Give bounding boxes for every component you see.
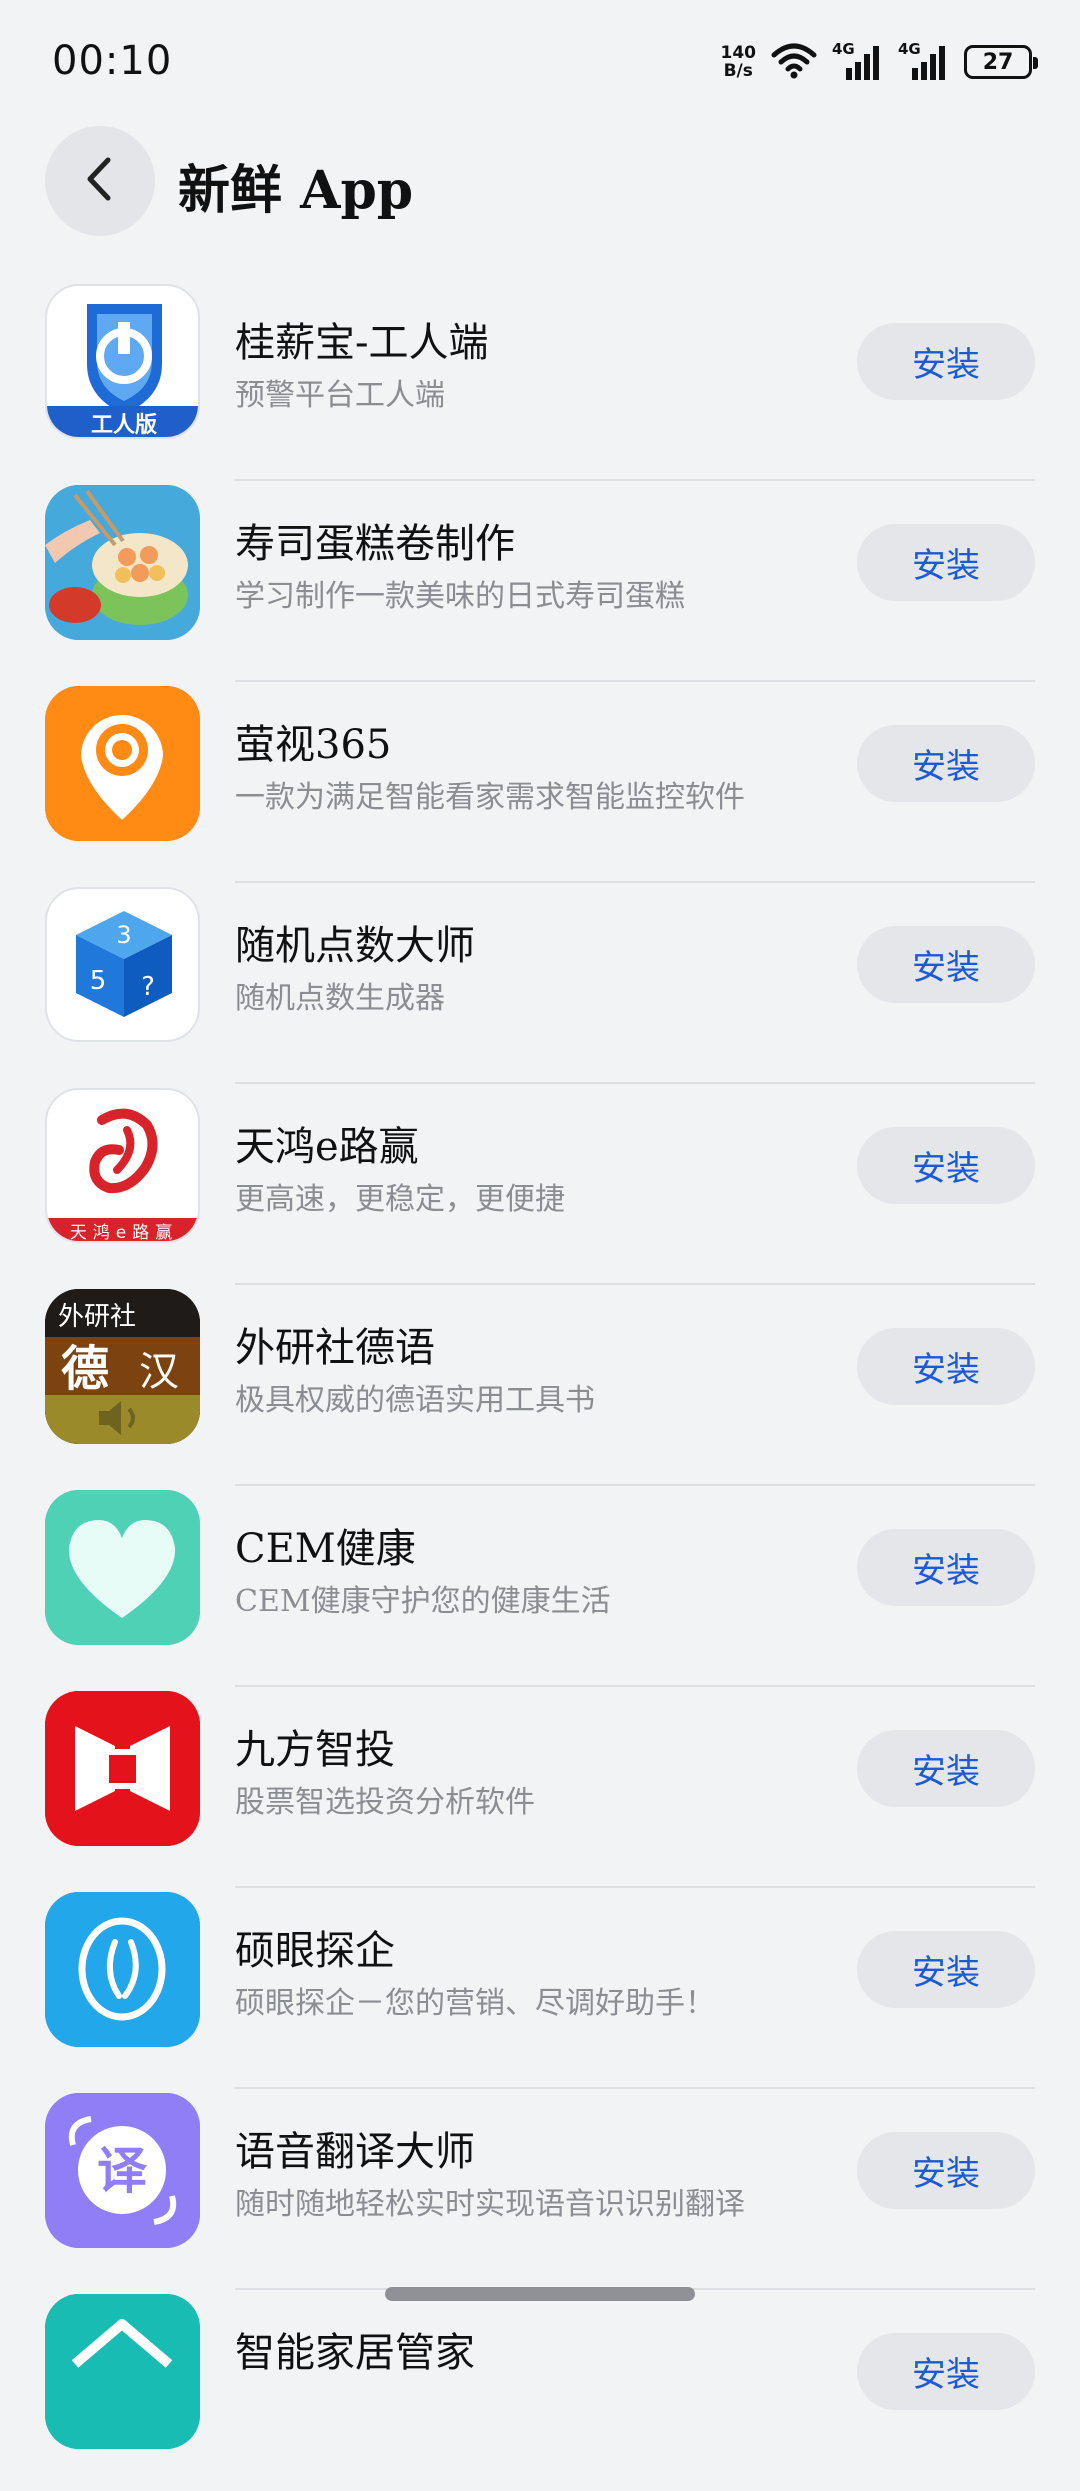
- install-button[interactable]: 安装: [857, 524, 1035, 601]
- app-name: 萤视365: [235, 722, 392, 768]
- install-button[interactable]: 安装: [857, 2333, 1035, 2410]
- network-speed-unit: B/s: [723, 61, 753, 81]
- app-description: 随时随地轻松实时实现语音识识别翻译: [235, 2187, 745, 2222]
- app-name: 寿司蛋糕卷制作: [235, 521, 515, 567]
- app-name: 外研社德语: [235, 1325, 435, 1371]
- dice-face-right: ?: [141, 972, 155, 1002]
- list-item[interactable]: 3 5 ? 随机点数大师 随机点数生成器 安装: [0, 883, 1080, 1084]
- list-item[interactable]: 外研社 德 汉 外研社德语 极具权威的德语实用工具书 安装: [0, 1285, 1080, 1486]
- sushi-cake-icon: [45, 485, 200, 640]
- list-item[interactable]: 译 语音翻译大师 随时随地轻松实时实现语音识识别翻译 安装: [0, 2089, 1080, 2290]
- shield-app-icon: 工人版: [45, 284, 200, 439]
- heart-icon: [45, 1490, 200, 1645]
- back-button[interactable]: [45, 126, 155, 236]
- app-name: 硕眼探企: [235, 1928, 395, 1974]
- list-item[interactable]: 硕眼探企 硕眼探企－您的营销、尽调好助手！ 安装: [0, 1888, 1080, 2089]
- app-name: 智能家居管家: [235, 2330, 475, 2376]
- status-bar: 00:10 140 B/s 4G 4G 27: [0, 0, 1080, 120]
- status-icons: 140 B/s 4G 4G 27: [721, 38, 1038, 86]
- list-item[interactable]: 寿司蛋糕卷制作 学习制作一款美味的日式寿司蛋糕 安装: [0, 481, 1080, 682]
- install-button[interactable]: 安装: [857, 926, 1035, 1003]
- chevron-left-icon: [82, 154, 118, 208]
- list-item[interactable]: 萤视365 一款为满足智能看家需求智能监控软件 安装: [0, 682, 1080, 883]
- list-item[interactable]: 工人版 桂薪宝-工人端 预警平台工人端 安装: [0, 280, 1080, 481]
- app-description: 预警平台工人端: [235, 378, 445, 413]
- list-item[interactable]: 九方智投 股票智选投资分析软件 安装: [0, 1687, 1080, 1888]
- app-description: 更高速，更稳定，更便捷: [235, 1182, 565, 1217]
- translate-icon: 译: [45, 2093, 200, 2248]
- app-name: 桂薪宝-工人端: [235, 320, 489, 366]
- install-button[interactable]: 安装: [857, 725, 1035, 802]
- app-name: 随机点数大师: [235, 923, 475, 969]
- app-description: 随机点数生成器: [235, 981, 445, 1016]
- icon-label: 工人版: [91, 413, 157, 438]
- status-time: 00:10: [52, 38, 173, 84]
- app-description: 硕眼探企－您的营销、尽调好助手！: [235, 1986, 715, 2021]
- header: 新鲜 App: [0, 126, 1080, 240]
- list-item[interactable]: 天鸿e路赢 天鸿e路赢 更高速，更稳定，更便捷 安装: [0, 1084, 1080, 1285]
- icon-label: 译: [97, 2142, 148, 2200]
- install-button[interactable]: 安装: [857, 1127, 1035, 1204]
- app-name: CEM健康: [235, 1526, 416, 1572]
- app-name: 语音翻译大师: [235, 2129, 475, 2175]
- install-button[interactable]: 安装: [857, 1529, 1035, 1606]
- install-button[interactable]: 安装: [857, 1931, 1035, 2008]
- cellular-signal-2-icon: 4G: [898, 40, 950, 82]
- page-title: 新鲜 App: [178, 160, 414, 221]
- battery-icon: 27: [964, 45, 1038, 79]
- network-speed-value: 140: [720, 43, 757, 63]
- app-description: 一款为满足智能看家需求智能监控软件: [235, 780, 745, 815]
- dice-cube-icon: 3 5 ?: [45, 887, 200, 1042]
- app-name: 九方智投: [235, 1727, 395, 1773]
- icon-label: 天鸿e路赢: [70, 1223, 178, 1243]
- camera-pin-icon: [45, 686, 200, 841]
- icon-label-de: 德: [61, 1341, 109, 1397]
- seed-logo-icon: [45, 1892, 200, 2047]
- icon-label-top: 外研社: [58, 1302, 136, 1332]
- app-list: 工人版 桂薪宝-工人端 预警平台工人端 安装 寿司蛋糕卷制作 学习制作一款美味的…: [0, 280, 1080, 2491]
- dice-face-left: 5: [90, 966, 107, 996]
- install-button[interactable]: 安装: [857, 2132, 1035, 2209]
- tianhong-logo-icon: 天鸿e路赢: [45, 1088, 200, 1243]
- app-description: 学习制作一款美味的日式寿司蛋糕: [235, 579, 685, 614]
- wifi-icon: [770, 41, 818, 83]
- install-button[interactable]: 安装: [857, 323, 1035, 400]
- install-button[interactable]: 安装: [857, 1328, 1035, 1405]
- app-name: 天鸿e路赢: [235, 1124, 419, 1170]
- network-speed: 140 B/s: [721, 44, 757, 80]
- cellular-signal-1-icon: 4G: [832, 40, 884, 82]
- home-indicator[interactable]: [385, 2287, 695, 2301]
- battery-level: 27: [982, 49, 1014, 75]
- dice-face-top: 3: [116, 921, 131, 949]
- app-description: 股票智选投资分析软件: [235, 1785, 535, 1820]
- partial-house-icon: [45, 2294, 200, 2449]
- jiufang-logo-icon: [45, 1691, 200, 1846]
- german-dictionary-icon: 外研社 德 汉: [45, 1289, 200, 1444]
- app-description: 极具权威的德语实用工具书: [235, 1383, 595, 1418]
- list-item[interactable]: CEM健康 CEM健康守护您的健康生活 安装: [0, 1486, 1080, 1687]
- icon-label-zh: 汉: [139, 1349, 179, 1395]
- list-item[interactable]: 智能家居管家 安装: [0, 2290, 1080, 2491]
- app-description: CEM健康守护您的健康生活: [235, 1584, 611, 1619]
- install-button[interactable]: 安装: [857, 1730, 1035, 1807]
